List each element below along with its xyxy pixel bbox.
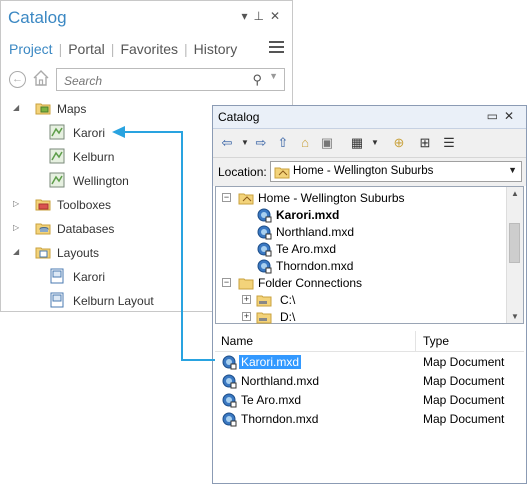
connector-arrow bbox=[112, 126, 215, 361]
